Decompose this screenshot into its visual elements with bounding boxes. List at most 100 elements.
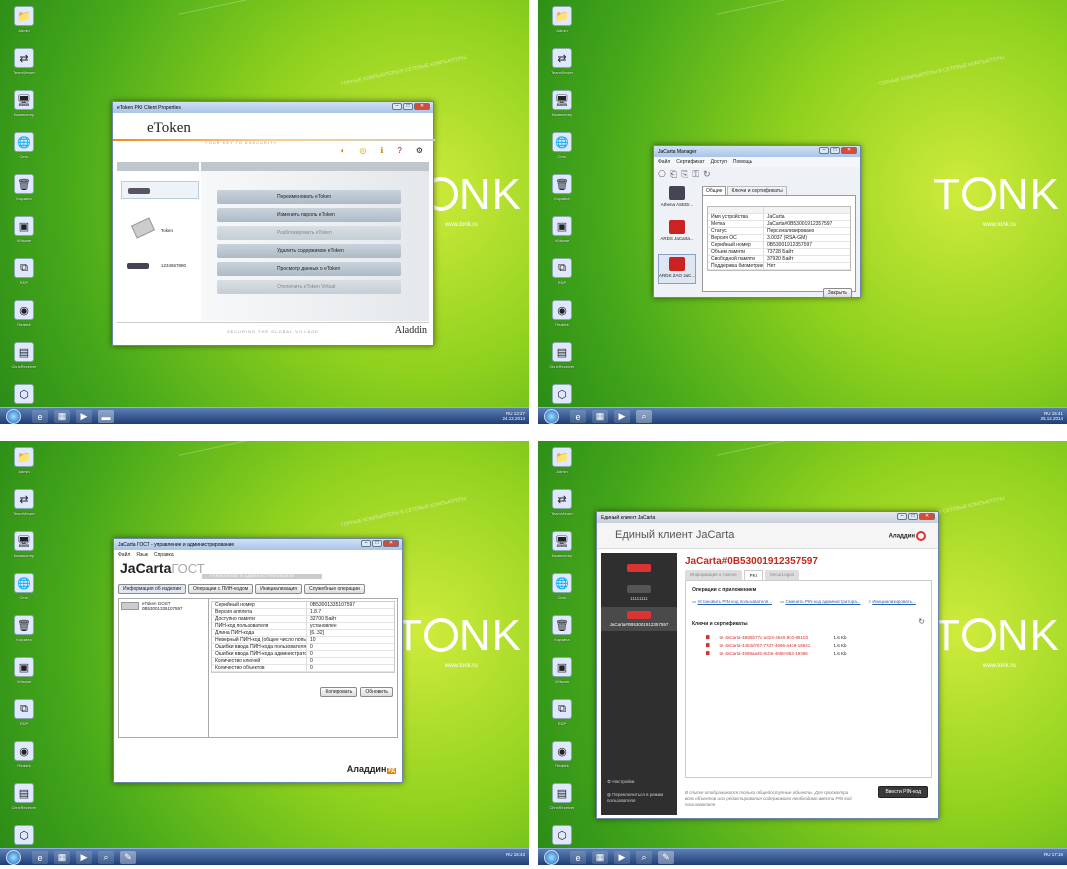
explorer-icon[interactable]: ▦ [54, 410, 70, 423]
desktop-icon-recycle[interactable]: 🗑 Корзина [4, 615, 44, 655]
minimize-button[interactable]: – [392, 103, 402, 110]
switch-mode-link[interactable]: ◍ Переключиться в режим пользователя [607, 792, 671, 803]
settings-icon[interactable]: ⚙ [416, 146, 423, 155]
desktop-icon-vmware[interactable]: ▣ VMware [542, 216, 582, 256]
copy-button[interactable]: Копировать [320, 687, 358, 697]
info-icon[interactable]: ℹ [380, 146, 383, 155]
delete-contents-button[interactable]: Удалить содержимое eToken [217, 244, 401, 258]
key-row[interactable]: ▆ te-JaCarta-4463d767-77d7-4696-a4c8-1864… [706, 641, 925, 649]
desktop-icon-citrix[interactable]: ▤ CitrixReceiver [542, 342, 582, 382]
jacarta-gost-taskbar-icon[interactable]: ✎ [120, 851, 136, 864]
token-item-1[interactable]: Token [161, 228, 173, 233]
desktop-icon-recycle[interactable]: 🗑 Корзина [542, 615, 582, 655]
tab-pin-ops[interactable]: Операции с ПИН-кодом [188, 584, 254, 594]
tab-init[interactable]: Инициализация [255, 584, 302, 594]
reader-item-0[interactable]: Athena ASEDr... [658, 186, 696, 216]
desktop-icon-teamviewer[interactable]: ⇄ TeamViewer [542, 48, 582, 88]
desktop-icon-rdp[interactable]: ⧉ RDP [4, 258, 44, 298]
refresh-icon[interactable]: ↻ [918, 617, 925, 626]
token-item-1[interactable]: JaCarta#0B53001912357597 [601, 607, 677, 631]
jcm-titlebar[interactable]: JaCarta Manager – □ ✕ [654, 146, 860, 157]
start-button[interactable] [6, 409, 21, 424]
desktop-icon-network[interactable]: 🌐 Сеть [4, 573, 44, 613]
etoken-titlebar[interactable]: eToken PKI Client Properties – □ ✕ [113, 102, 433, 113]
refresh-button[interactable]: Обновить [360, 687, 393, 697]
token-item-0[interactable] [121, 181, 199, 199]
help-icon[interactable]: ? [397, 146, 401, 155]
media-player-icon[interactable]: ▶ [614, 410, 630, 423]
tab-keys[interactable]: Ключи и сертификаты [727, 186, 787, 195]
desktop-icon-computer[interactable]: 🖥 Компьютер [542, 90, 582, 130]
desktop-icon-realtek[interactable]: ◉ Realtek [542, 741, 582, 781]
export-icon[interactable]: ⎘ [681, 169, 688, 180]
start-button[interactable] [6, 850, 21, 865]
token-item-0[interactable]: 11111111 [601, 585, 677, 601]
desktop-icon-computer[interactable]: 🖥 Компьютер [4, 531, 44, 571]
tab-pki[interactable]: PKI [743, 570, 763, 580]
menu-file[interactable]: Файл [118, 552, 130, 558]
tab-service-ops[interactable]: Служебные операции [303, 584, 365, 594]
close-button[interactable]: ✕ [841, 147, 857, 154]
tab-securlogon[interactable]: SecurLogon [764, 570, 800, 580]
change-password-button[interactable]: Изменить пароль eToken [217, 208, 401, 222]
unlock-token-button[interactable]: Разблокировать eToken [217, 226, 401, 240]
refresh-icon[interactable]: ↻ [703, 169, 711, 180]
ie-icon[interactable]: e [570, 851, 586, 864]
desktop-icon-vmware[interactable]: ▣ VMware [4, 216, 44, 256]
search-icon[interactable]: ⌕ [636, 851, 652, 864]
close-button[interactable]: ✕ [383, 540, 399, 547]
reader-item-2[interactable]: ARDS ZAO JaC... [658, 254, 696, 284]
maximize-button[interactable]: □ [403, 103, 413, 110]
minimize-button[interactable]: – [361, 540, 371, 547]
clock-time[interactable]: 17:16 [1052, 852, 1063, 857]
minimize-button[interactable]: – [819, 147, 829, 154]
search-icon[interactable]: ⌕ [98, 851, 114, 864]
desktop-icon-recycle[interactable]: 🗑 Корзина [542, 174, 582, 214]
language-indicator[interactable]: RU [506, 852, 513, 857]
desktop-icon-admin[interactable]: 📁 Admin [4, 447, 44, 487]
menu-help[interactable]: Помощь [733, 159, 752, 165]
enter-pin-button[interactable]: Ввести PIN-код [878, 786, 928, 798]
import-icon[interactable]: ⎗ [670, 169, 677, 180]
etoken-taskbar-icon[interactable]: ▬ [98, 410, 114, 423]
minimize-button[interactable]: – [897, 513, 907, 520]
close-dialog-button[interactable]: Закрыть [822, 288, 852, 298]
tab-general[interactable]: Общие [702, 186, 727, 195]
desktop-icon-admin[interactable]: 📁 Admin [4, 6, 44, 46]
desktop-icon-teamviewer[interactable]: ⇄ TeamViewer [4, 48, 44, 88]
desktop-icon-citrix[interactable]: ▤ CitrixReceiver [542, 783, 582, 823]
desktop-icon-vmware[interactable]: ▣ VMware [4, 657, 44, 697]
desktop-icon-rdp[interactable]: ⧉ RDP [542, 699, 582, 739]
desktop-icon-computer[interactable]: 🖥 Компьютер [542, 531, 582, 571]
unified-titlebar[interactable]: Единый клиент JaCarta – □ ✕ [597, 512, 938, 523]
settings-link[interactable]: ⚙ Настройки [607, 779, 634, 785]
desktop-icon-network[interactable]: 🌐 Сеть [542, 132, 582, 172]
explorer-icon[interactable]: ▦ [592, 851, 608, 864]
media-player-icon[interactable]: ▶ [76, 851, 92, 864]
change-admin-pin-link[interactable]: ▭ Сменить PIN-код администратора... [780, 599, 861, 605]
refresh-icon[interactable]: ◎ [359, 146, 366, 155]
desktop-icon-realtek[interactable]: ◉ Realtek [542, 300, 582, 340]
media-player-icon[interactable]: ▶ [614, 851, 630, 864]
advanced-view-icon[interactable]: ◐ [341, 146, 346, 155]
explorer-icon[interactable]: ▦ [592, 410, 608, 423]
close-button[interactable]: ✕ [919, 513, 935, 520]
desktop-icon-realtek[interactable]: ◉ Realtek [4, 300, 44, 340]
desktop-icon-citrix[interactable]: ▤ CitrixReceiver [4, 342, 44, 382]
ie-icon[interactable]: e [32, 851, 48, 864]
desktop-icon-recycle[interactable]: 🗑 Корзина [4, 174, 44, 214]
desktop-icon-network[interactable]: 🌐 Сеть [4, 132, 44, 172]
set-pin-link[interactable]: ▭ Установить PIN-код пользователя... [692, 599, 772, 605]
reader-item-1[interactable]: ARDS JaCarta... [658, 220, 696, 250]
maximize-button[interactable]: □ [908, 513, 918, 520]
gost-titlebar[interactable]: JaCarta ГОСТ - управление и администриро… [114, 539, 402, 550]
token-item-2[interactable]: 1234567890 [161, 263, 186, 268]
initialize-link[interactable]: ⌕ Инициализировать... [869, 599, 916, 605]
ie-icon[interactable]: e [32, 410, 48, 423]
maximize-button[interactable]: □ [830, 147, 840, 154]
tab-token-info[interactable]: Информация о токене [685, 570, 742, 580]
desktop-icon-network[interactable]: 🌐 Сеть [542, 573, 582, 613]
menu-language[interactable]: Язык [136, 552, 148, 558]
tab-product-info[interactable]: Информация об изделии [118, 584, 187, 594]
key-row[interactable]: ▆ te-JaCarta-4B65b77c-a323-4640-8c0-96103… [706, 633, 925, 641]
